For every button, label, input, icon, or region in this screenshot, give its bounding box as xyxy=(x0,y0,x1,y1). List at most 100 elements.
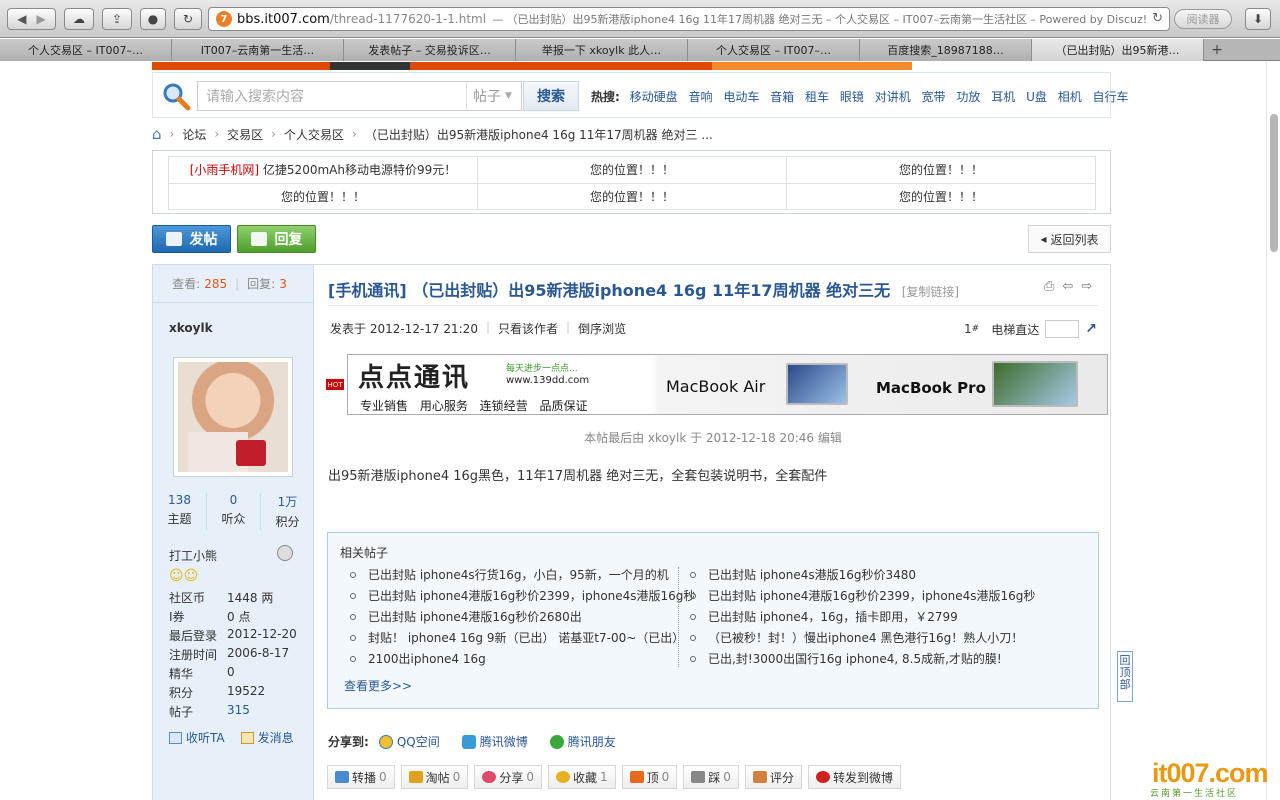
icloud-button[interactable]: ☁ xyxy=(64,8,94,30)
home-icon[interactable]: ⌂ xyxy=(152,125,162,143)
text-ad[interactable]: [小雨手机网] 亿捷5200mAh移动电源特价99元！ xyxy=(168,156,478,184)
reverse-order-link[interactable]: 倒序浏览 xyxy=(578,320,626,337)
hot-search-link[interactable]: 对讲机 xyxy=(875,90,911,104)
author-name[interactable]: xkoylk xyxy=(169,321,213,335)
hot-search-link[interactable]: 宽带 xyxy=(922,90,946,104)
share-button[interactable]: ⇪ xyxy=(102,8,132,30)
share-tencent-friends[interactable]: 腾讯朋友 xyxy=(549,733,626,750)
share-tencent-weibo[interactable]: 腾讯微博 xyxy=(461,733,538,750)
reader-button[interactable]: 阅读器 xyxy=(1174,9,1232,29)
browser-tab[interactable]: 百度搜索_18987188… xyxy=(860,39,1032,61)
only-author-link[interactable]: 只看该作者 xyxy=(498,320,558,337)
action-label: 淘帖 xyxy=(425,770,450,785)
copy-link-button[interactable]: [复制链接] xyxy=(902,285,959,299)
scrollbar-thumb[interactable] xyxy=(1270,114,1278,252)
share-action-button[interactable]: 分享 0 xyxy=(474,765,542,789)
hot-search-link[interactable]: U盘 xyxy=(1026,90,1047,104)
follow-button[interactable]: 收听TA xyxy=(169,729,225,746)
extension-button[interactable]: ● xyxy=(140,8,166,30)
upvote-button[interactable]: 顶0 xyxy=(621,765,678,789)
back-to-top-button[interactable]: 回顶部 xyxy=(1117,651,1133,702)
collect-thread-button[interactable]: 淘帖 0 xyxy=(400,765,469,789)
action-label: 踩 xyxy=(708,770,721,785)
more-related-link[interactable]: 查看更多>> xyxy=(344,677,412,694)
refresh-icon[interactable]: ↻ xyxy=(1152,11,1163,26)
image-ad-banner[interactable]: 点点通讯 每天进步一点点... www.139dd.com 专业销售 用心服务 … xyxy=(347,354,1108,415)
next-thread-icon[interactable]: ⇨ xyxy=(1081,279,1092,294)
new-tab-button[interactable]: + xyxy=(1204,39,1230,61)
related-link[interactable]: 封贴！ iphone4 16g 9新（已出） 诺基亚t7-00~（已出） xyxy=(328,627,695,648)
browser-tab[interactable]: 个人交易区 – IT007–… xyxy=(0,39,172,61)
downvote-button[interactable]: 踩0 xyxy=(683,765,739,789)
prev-thread-icon[interactable]: ⇦ xyxy=(1062,279,1073,294)
go-icon[interactable]: ↗ xyxy=(1085,321,1097,337)
print-icon[interactable]: ⎙ xyxy=(1044,279,1054,294)
text-ad[interactable]: 您的位置！！！ xyxy=(786,182,1096,210)
breadcrumb-forum[interactable]: 论坛 xyxy=(182,126,206,143)
field-key: 积分 xyxy=(169,686,194,700)
relay-button[interactable]: 转播 0 xyxy=(327,765,395,789)
address-bar[interactable]: 7 bbs.it007.com /thread-1177620-1-1.html… xyxy=(208,7,1170,31)
related-link[interactable]: 已出,封!3000出国行16g iphone4, 8.5成新,才贴的膜! xyxy=(668,648,1035,669)
reply-button[interactable]: 回复 xyxy=(237,225,316,253)
post-button[interactable]: 发帖 xyxy=(152,225,231,253)
ad-url: www.139dd.com xyxy=(506,375,590,386)
search-button[interactable]: 搜索 xyxy=(523,81,579,111)
text-ad[interactable]: 您的位置！！！ xyxy=(168,182,478,210)
forward-icon[interactable]: ▶ xyxy=(37,12,46,26)
search-type-select[interactable]: 帖子 ▼ xyxy=(466,81,522,111)
browser-tab[interactable]: 发表帖子 – 交易投诉区… xyxy=(344,39,516,61)
related-link[interactable]: 已出封贴 iphone4港版16g秒价2399，iphone4s港版16g秒 xyxy=(328,585,695,606)
browser-tab[interactable]: 举报一下 xkoylk 此人… xyxy=(516,39,688,61)
browser-tab[interactable]: IT007–云南第一生活… xyxy=(172,39,344,61)
post-category[interactable]: [手机通讯] xyxy=(328,281,407,300)
related-link[interactable]: （已被秒！封！）慢出iphone4 黑色港行16g！熟人小刀！ xyxy=(668,627,1035,648)
vertical-scrollbar[interactable] xyxy=(1266,62,1280,800)
related-link[interactable]: 已出封贴 iphone4港版16g秒价2680出 xyxy=(328,606,695,627)
text-ad[interactable]: 您的位置！！！ xyxy=(786,156,1096,184)
related-list-left: 已出封贴 iphone4s行货16g，小白，95新，一个月的机 已出封贴 iph… xyxy=(328,564,695,669)
related-link[interactable]: 已出封贴 iphone4s行货16g，小白，95新，一个月的机 xyxy=(328,564,695,585)
avatar[interactable] xyxy=(173,357,293,477)
hot-search-link[interactable]: 相机 xyxy=(1058,90,1082,104)
related-link[interactable]: 2100出iphone4 16g xyxy=(328,648,695,669)
back-icon[interactable]: ◀ xyxy=(17,12,26,26)
hot-search-link[interactable]: 电动车 xyxy=(723,90,759,104)
share-item-label: QQ空间 xyxy=(396,735,440,749)
text-ad[interactable]: 您的位置！！！ xyxy=(477,156,787,184)
browser-tab-active[interactable]: （已出封贴）出95新港… xyxy=(1032,39,1204,61)
browser-tab[interactable]: 个人交易区 – IT007–… xyxy=(688,39,860,61)
hot-search-link[interactable]: 耳机 xyxy=(991,90,1015,104)
favorite-button[interactable]: 收藏 1 xyxy=(547,765,616,789)
forward-to-weibo-button[interactable]: 转发到微博 xyxy=(807,765,901,789)
stat-value[interactable]: 0 xyxy=(207,493,260,507)
share-qzone[interactable]: QQ空间 xyxy=(378,733,450,750)
reload-button[interactable]: ↻ xyxy=(174,8,202,30)
message-button[interactable]: 发消息 xyxy=(240,729,294,746)
hot-search-link[interactable]: 移动硬盘 xyxy=(630,90,678,104)
text-ad[interactable]: 您的位置！！！ xyxy=(477,182,787,210)
stat-value[interactable]: 1万 xyxy=(261,493,314,510)
hot-search-link[interactable]: 音响 xyxy=(688,90,712,104)
related-link[interactable]: 已出封贴 iphone4，16g，插卡即用，￥2799 xyxy=(668,606,1035,627)
breadcrumb-trade[interactable]: 交易区 xyxy=(227,126,263,143)
field-value[interactable]: 315 xyxy=(227,703,250,722)
post-meta: 发表于 2012-12-17 21:20 | 只看该作者 | 倒序浏览 xyxy=(330,320,627,337)
related-link[interactable]: 已出封贴 iphone4s港版16g秒价3480 xyxy=(668,564,1035,585)
hot-search-link[interactable]: 功放 xyxy=(956,90,980,104)
browser-toolbar: ◀ ▶ ☁ ⇪ ● ↻ 7 bbs.it007.com /thread-1177… xyxy=(0,0,1280,38)
breadcrumb-personal-trade[interactable]: 个人交易区 xyxy=(284,126,344,143)
back-to-list-button[interactable]: ◂ 返回列表 xyxy=(1028,225,1111,253)
stat-value[interactable]: 138 xyxy=(153,493,206,507)
hot-search-link[interactable]: 自行车 xyxy=(1093,90,1129,104)
field-value: 0 xyxy=(227,665,235,679)
back-forward-buttons[interactable]: ◀ ▶ xyxy=(7,8,56,30)
rate-button[interactable]: 评分 xyxy=(744,765,802,789)
replies-label: 回复: xyxy=(247,277,276,291)
hot-search-link[interactable]: 音箱 xyxy=(770,90,794,104)
hot-search-link[interactable]: 眼镜 xyxy=(840,90,864,104)
hot-search-link[interactable]: 租车 xyxy=(805,90,829,104)
floor-input[interactable] xyxy=(1045,320,1080,338)
downloads-button[interactable]: ⬇ xyxy=(1245,8,1271,30)
related-link[interactable]: 已出封贴 iphone4港版16g秒价2399，iphone4s港版16g秒 xyxy=(668,585,1035,606)
